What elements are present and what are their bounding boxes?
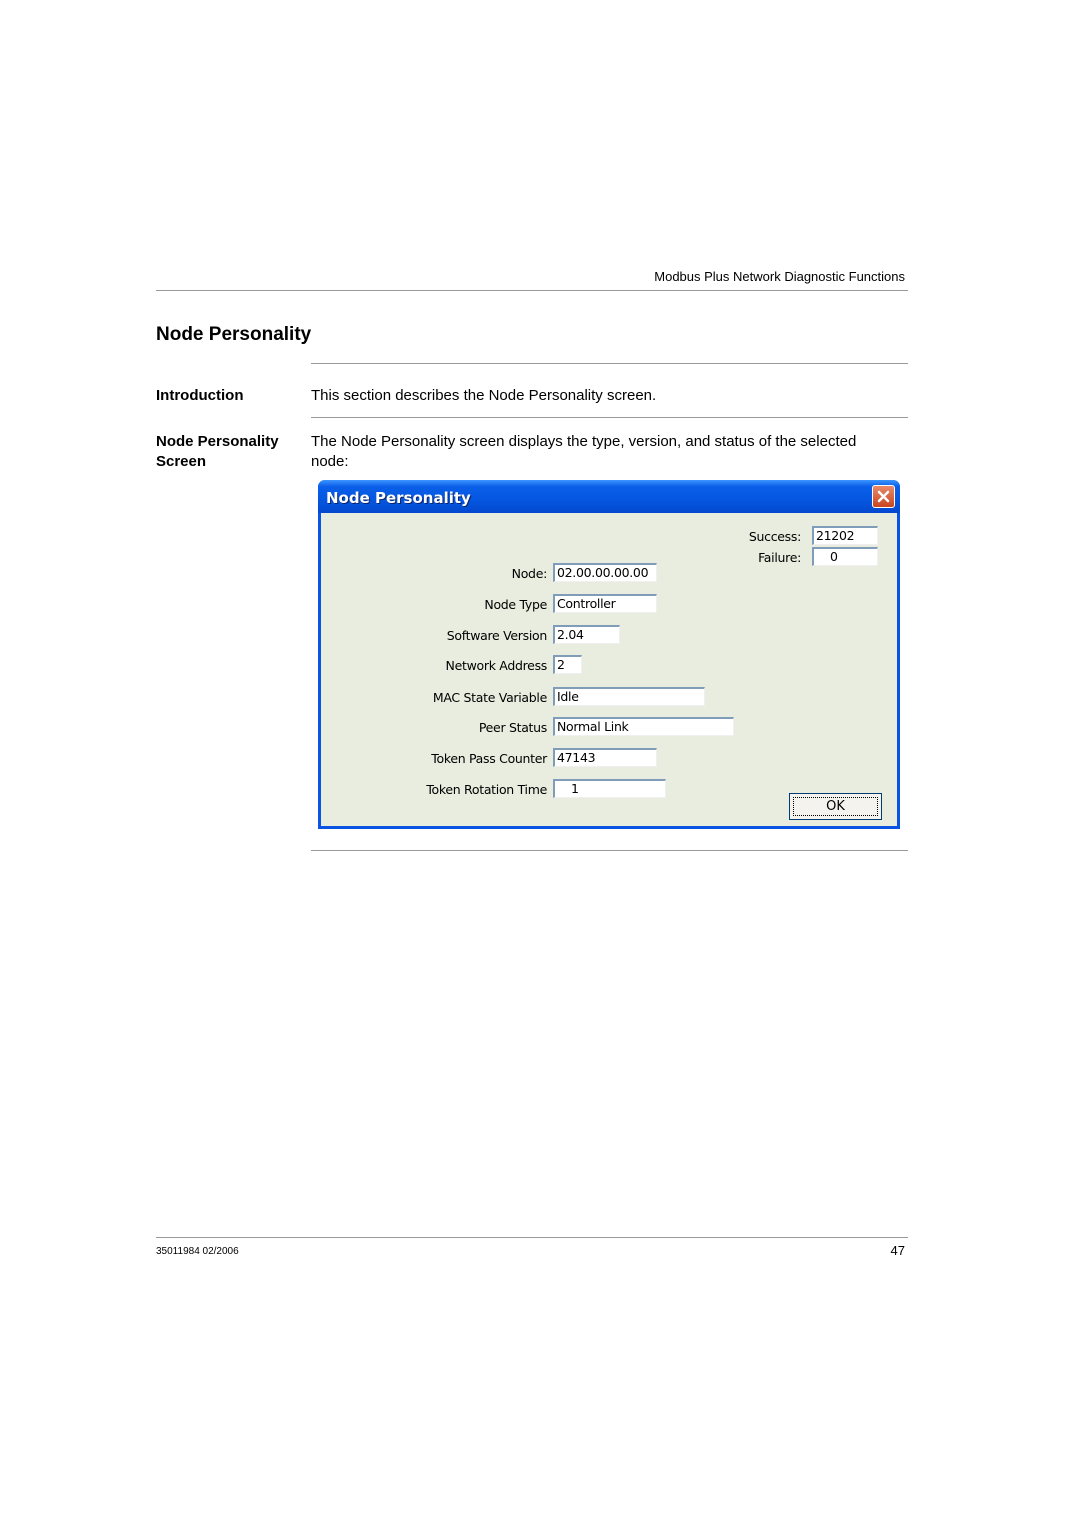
screen-label: Node Personality Screen (156, 432, 279, 472)
page-number: 47 (890, 1243, 905, 1258)
dialog-titlebar: Node Personality (318, 480, 900, 513)
peer-status-label: Peer Status (478, 720, 547, 735)
screen-label-line2: Screen (156, 453, 207, 470)
peer-status-field[interactable]: Normal Link (553, 717, 734, 736)
failure-label: Failure: (758, 550, 801, 565)
node-type-label: Node Type (484, 597, 547, 612)
network-address-field[interactable]: 2 (553, 655, 582, 674)
failure-field[interactable]: 0 (812, 547, 878, 566)
introduction-text: This section describes the Node Personal… (311, 387, 657, 404)
ok-button[interactable]: OK (789, 793, 882, 820)
software-version-label: Software Version (446, 628, 548, 643)
screen-text-line2: node: (311, 453, 349, 470)
node-field[interactable]: 02.00.00.00.00 (553, 563, 657, 582)
running-header: Modbus Plus Network Diagnostic Functions (654, 269, 905, 284)
token-pass-counter-field[interactable]: 47143 (553, 748, 657, 767)
network-address-label: Network Address (445, 658, 548, 673)
software-version-field[interactable]: 2.04 (553, 625, 620, 644)
close-button[interactable] (872, 485, 895, 508)
document-id: 35011984 02/2006 (156, 1246, 239, 1257)
footer-rule (156, 1237, 908, 1238)
token-pass-counter-label: Token Pass Counter (431, 751, 547, 766)
dialog-title: Node Personality (326, 489, 471, 507)
section-title: Node Personality (156, 324, 312, 345)
node-type-field[interactable]: Controller (553, 594, 657, 613)
dialog-bottom-rule (311, 850, 908, 851)
introduction-rule (311, 417, 908, 418)
success-label: Success: (748, 529, 801, 544)
token-rotation-time-field[interactable]: 1 (553, 779, 666, 798)
close-icon (877, 490, 890, 503)
node-label: Node: (511, 566, 548, 581)
introduction-label: Introduction (156, 387, 244, 404)
mac-state-label: MAC State Variable (432, 690, 547, 705)
token-rotation-time-label: Token Rotation Time (426, 782, 547, 797)
screen-text-line1: The Node Personality screen displays the… (311, 433, 857, 450)
ok-focus-rect (793, 797, 878, 816)
section-rule (311, 363, 908, 364)
screen-label-line1: Node Personality (156, 433, 279, 450)
screen-text: The Node Personality screen displays the… (311, 432, 911, 472)
success-field[interactable]: 21202 (812, 526, 878, 545)
node-personality-dialog: Node Personality Success: 21202 Failure:… (318, 480, 900, 829)
header-rule (156, 290, 908, 291)
dialog-client: Success: 21202 Failure: 0 Node: 02.00.00… (321, 513, 897, 826)
mac-state-field[interactable]: Idle (553, 687, 705, 706)
